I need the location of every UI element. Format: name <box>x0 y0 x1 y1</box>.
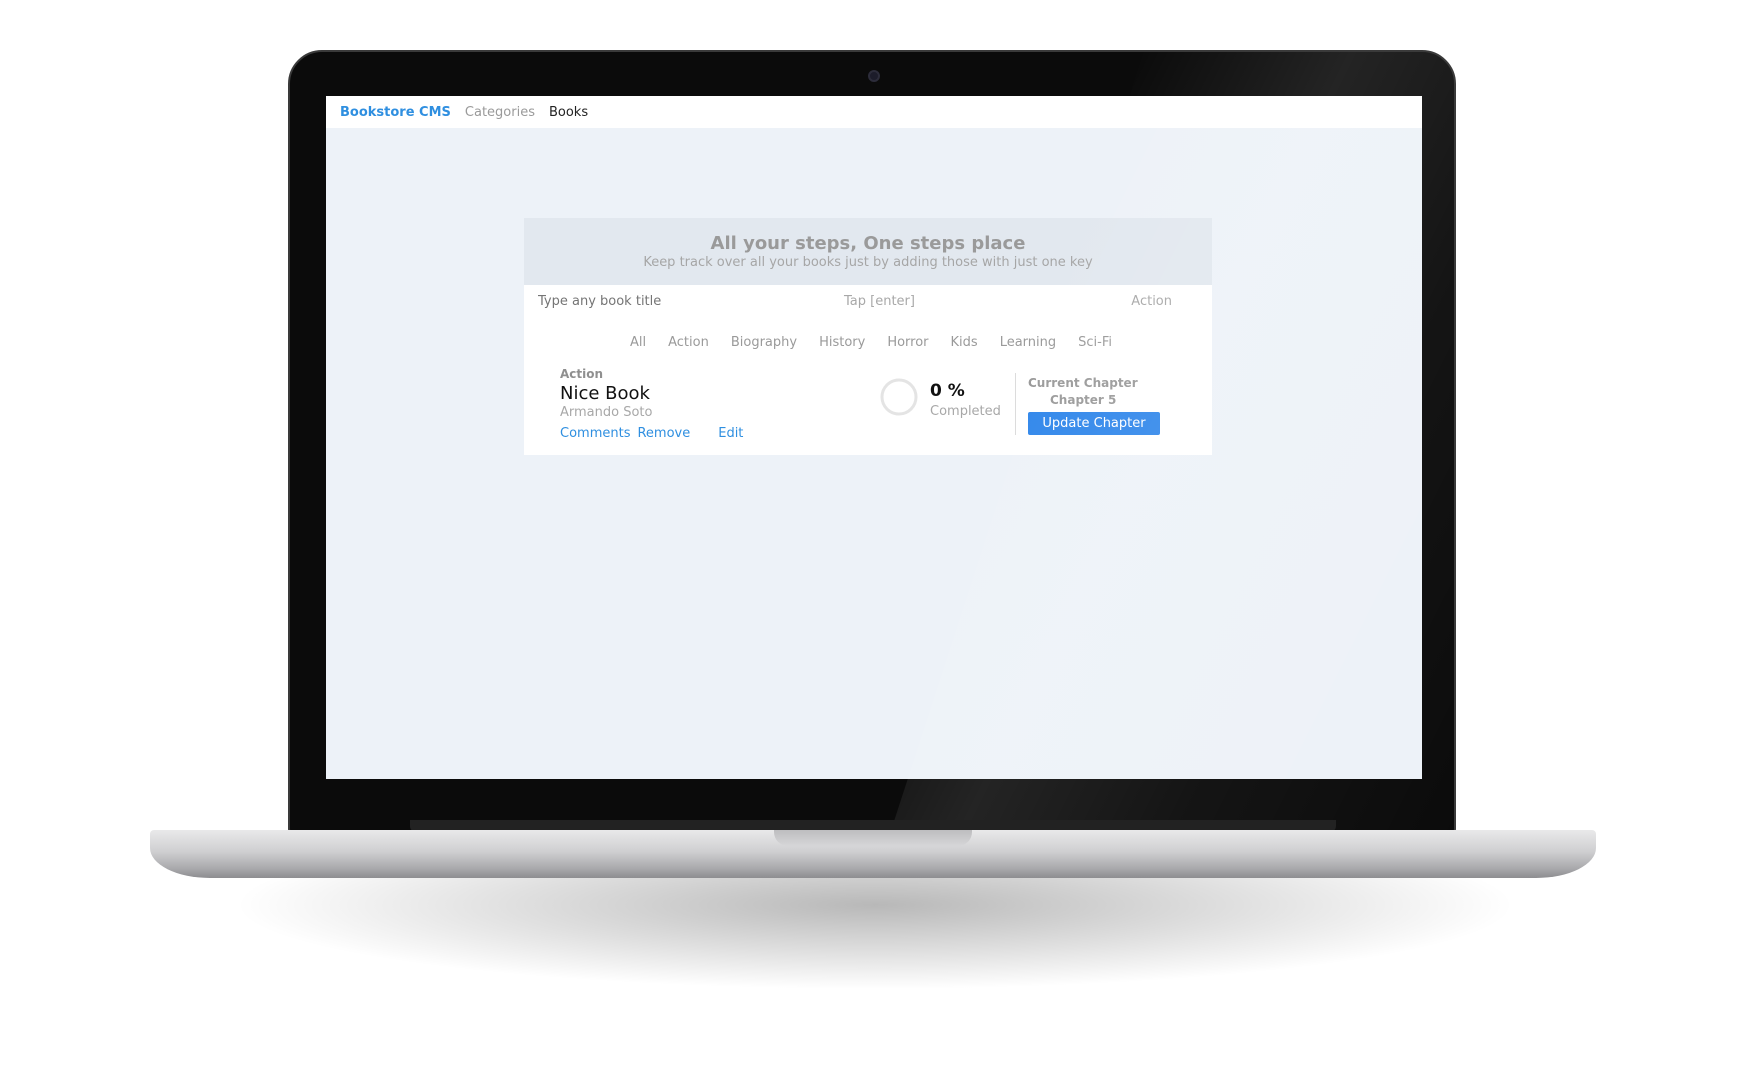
progress-label: Completed <box>930 404 1001 419</box>
category-select[interactable]: Action <box>1131 294 1172 309</box>
navbar: Bookstore CMS Categories Books <box>326 96 1422 128</box>
filter-horror[interactable]: Horror <box>887 335 928 350</box>
book-title: Nice Book <box>560 383 650 404</box>
edit-button[interactable]: Edit <box>718 426 743 441</box>
book-actions: Comments Remove Edit <box>560 426 743 441</box>
book-title-input[interactable] <box>538 293 838 309</box>
nav-link-categories[interactable]: Categories <box>465 105 535 120</box>
update-chapter-button[interactable]: Update Chapter <box>1028 412 1160 435</box>
progress-ring-icon <box>880 378 918 416</box>
category-filters: All Action Biography History Horror Kids… <box>524 317 1212 367</box>
book-info: Action Nice Book Armando Soto Comments R… <box>560 367 743 441</box>
app-screen: Bookstore CMS Categories Books All your … <box>326 96 1422 779</box>
laptop-base <box>150 830 1596 878</box>
current-chapter-label: Current Chapter <box>1028 376 1138 390</box>
book-item: Action Nice Book Armando Soto Comments R… <box>524 367 1212 455</box>
progress-percent: 0 % <box>930 381 965 401</box>
filter-history[interactable]: History <box>819 335 865 350</box>
laptop-notch <box>774 830 972 846</box>
brand-logo[interactable]: Bookstore CMS <box>340 105 451 120</box>
filter-scifi[interactable]: Sci-Fi <box>1078 335 1112 350</box>
divider <box>1015 373 1016 435</box>
filter-action[interactable]: Action <box>668 335 709 350</box>
laptop-lid: Bookstore CMS Categories Books All your … <box>288 50 1456 835</box>
comments-button[interactable]: Comments <box>560 426 630 441</box>
camera-icon <box>868 70 880 82</box>
book-author: Armando Soto <box>560 405 653 420</box>
books-panel: All your steps, One steps place Keep tra… <box>524 218 1212 455</box>
nav-link-books[interactable]: Books <box>549 105 588 120</box>
add-book-form: Tap [enter] Action <box>524 285 1212 317</box>
remove-button[interactable]: Remove <box>637 426 690 441</box>
filter-biography[interactable]: Biography <box>731 335 797 350</box>
panel-header: All your steps, One steps place Keep tra… <box>524 218 1212 285</box>
filter-all[interactable]: All <box>630 335 646 350</box>
panel-title: All your steps, One steps place <box>710 233 1026 254</box>
panel-subtitle: Keep track over all your books just by a… <box>643 255 1093 270</box>
book-category: Action <box>560 367 604 381</box>
filter-learning[interactable]: Learning <box>1000 335 1056 350</box>
enter-hint: Tap [enter] <box>844 293 915 309</box>
filter-kids[interactable]: Kids <box>951 335 978 350</box>
current-chapter-value: Chapter 5 <box>1050 393 1117 407</box>
